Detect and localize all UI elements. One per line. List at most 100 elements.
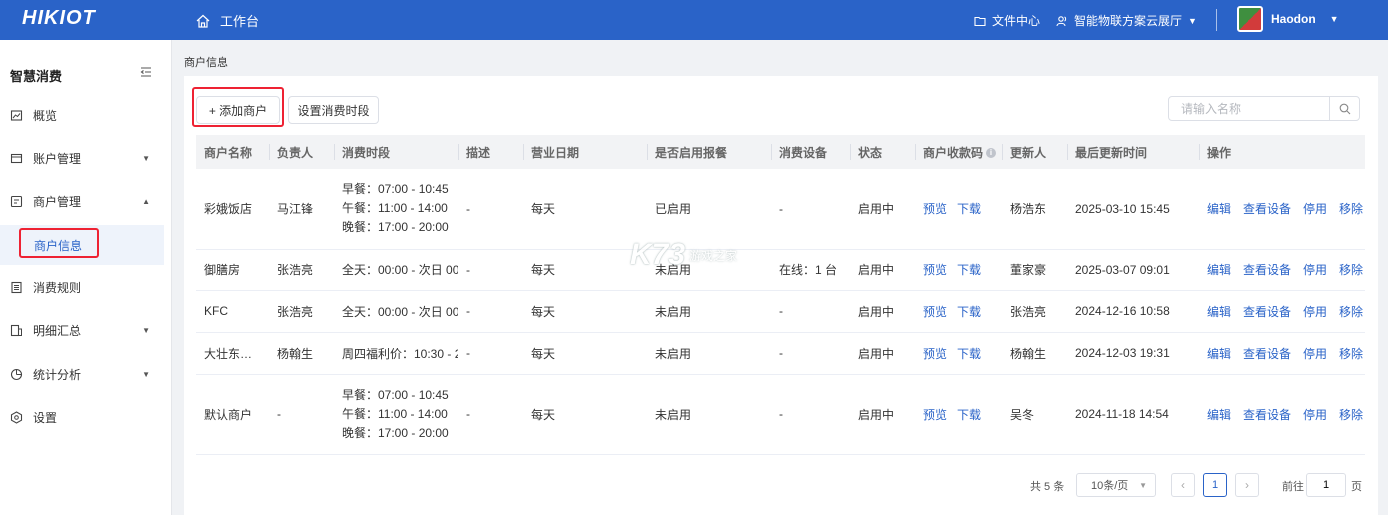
view-devices-link[interactable]: 查看设备 — [1243, 263, 1291, 277]
sidebar-item-details[interactable]: 明细汇总 ▼ — [0, 310, 164, 350]
owner: 张浩亮 — [269, 249, 334, 291]
sidebar-item-label: 概览 — [33, 108, 58, 123]
table-row: 大壮东… 杨翰生 周四福利价：10:30 - 22:00 - 每天 未启用 - … — [196, 332, 1365, 375]
chevron-down-icon: ▼ — [142, 325, 150, 335]
edit-link[interactable]: 编辑 — [1207, 305, 1231, 319]
updater: 杨浩东 — [1002, 169, 1067, 250]
disable-link[interactable]: 停用 — [1303, 202, 1327, 216]
disable-link[interactable]: 停用 — [1303, 263, 1327, 277]
download-link[interactable]: 下载 — [957, 408, 981, 422]
details-icon — [10, 324, 22, 336]
description: - — [458, 249, 523, 291]
table-row: KFC 张浩亮 全天：00:00 - 次日 00:00 - 每天 未启用 - 启… — [196, 290, 1365, 333]
edit-link[interactable]: 编辑 — [1207, 347, 1231, 361]
stats-icon — [10, 368, 23, 380]
watermark-text: 游戏之家 — [689, 248, 738, 263]
meal-report-status: 未启用 — [647, 290, 771, 333]
view-devices-link[interactable]: 查看设备 — [1243, 202, 1291, 216]
home-link[interactable]: 工作台 — [196, 11, 259, 30]
top-bar: HIKIOT 工作台 文件中心 智能物联方案云展厅 ▼ Haodon ▼ — [0, 0, 1388, 40]
sidebar-item-overview[interactable]: 概览 — [0, 95, 164, 135]
page-size-select[interactable]: 10条/页 ▼ — [1076, 473, 1156, 497]
info-icon[interactable]: i — [986, 148, 997, 159]
merchant-name: 默认商户 — [196, 374, 269, 455]
column-header: 描述 — [458, 135, 523, 169]
disable-link[interactable]: 停用 — [1303, 408, 1327, 422]
period-line: 早餐：07:00 - 10:45 — [342, 182, 449, 197]
consumption-period: 早餐：07:00 - 10:45 午餐：11:00 - 14:00 晚餐：17:… — [334, 374, 458, 455]
period-line: 晚餐：17:00 - 20:00 — [342, 425, 449, 440]
business-days: 每天 — [523, 374, 647, 455]
sidebar-item-settings[interactable]: 设置 — [0, 397, 164, 437]
owner: 张浩亮 — [269, 290, 334, 333]
sidebar-item-accounts[interactable]: 账户管理 ▼ — [0, 138, 164, 178]
disable-link[interactable]: 停用 — [1303, 305, 1327, 319]
preview-link[interactable]: 预览 — [923, 202, 947, 216]
view-devices-link[interactable]: 查看设备 — [1243, 305, 1291, 319]
payment-code: 预览 下载 — [915, 290, 1002, 333]
prev-page-button[interactable]: ‹ — [1171, 473, 1195, 497]
settings-icon — [10, 410, 23, 424]
edit-link[interactable]: 编辑 — [1207, 408, 1231, 422]
preview-link[interactable]: 预览 — [923, 263, 947, 277]
file-center-link[interactable]: 文件中心 — [974, 12, 1040, 29]
payment-code: 预览 下载 — [915, 374, 1002, 455]
edit-link[interactable]: 编辑 — [1207, 202, 1231, 216]
user-name: Haodon — [1271, 12, 1316, 26]
collapse-menu-icon[interactable] — [140, 66, 152, 78]
download-link[interactable]: 下载 — [957, 263, 981, 277]
highlight-box — [192, 87, 284, 127]
total-count: 共 5 条 — [1030, 481, 1065, 493]
consumption-period: 周四福利价：10:30 - 22:00 — [334, 332, 458, 375]
next-page-button[interactable]: › — [1235, 473, 1259, 497]
disable-link[interactable]: 停用 — [1303, 347, 1327, 361]
view-devices-link[interactable]: 查看设备 — [1243, 347, 1291, 361]
meal-report-status: 未启用 — [647, 332, 771, 375]
merchant-name: KFC — [196, 290, 269, 333]
preview-link[interactable]: 预览 — [923, 408, 947, 422]
sidebar-item-label: 明细汇总 — [33, 323, 82, 338]
user-group-icon — [1056, 15, 1067, 26]
remove-link[interactable]: 移除 — [1339, 202, 1363, 216]
remove-link[interactable]: 移除 — [1339, 305, 1363, 319]
page-number-current[interactable]: 1 — [1203, 473, 1227, 497]
download-link[interactable]: 下载 — [957, 305, 981, 319]
sidebar-item-stats[interactable]: 统计分析 ▼ — [0, 354, 164, 394]
merchant-name: 大壮东… — [196, 332, 269, 375]
column-header: 操作 — [1199, 135, 1365, 169]
remove-link[interactable]: 移除 — [1339, 263, 1363, 277]
merchant-table: 商户名称 负责人 消费时段 描述 营业日期 是否启用报餐 消费设备 状态 商户收… — [196, 135, 1365, 455]
download-link[interactable]: 下载 — [957, 347, 981, 361]
sidebar-item-merchants[interactable]: 商户管理 ▲ — [0, 181, 164, 221]
payment-code: 预览 下载 — [915, 169, 1002, 250]
table-row: 默认商户 - 早餐：07:00 - 10:45 午餐：11:00 - 14:00… — [196, 374, 1365, 455]
set-period-button[interactable]: 设置消费时段 — [288, 96, 379, 124]
updated-time: 2024-11-18 14:54 — [1067, 374, 1199, 455]
sidebar-item-label: 设置 — [33, 410, 58, 425]
watermark-logo: K73 — [630, 238, 686, 271]
folder-icon — [974, 16, 986, 26]
view-devices-link[interactable]: 查看设备 — [1243, 408, 1291, 422]
search-button[interactable] — [1329, 97, 1359, 120]
download-link[interactable]: 下载 — [957, 202, 981, 216]
sidebar-item-rules[interactable]: 消费规则 — [0, 267, 164, 307]
goto-page-input[interactable] — [1306, 473, 1346, 497]
description: - — [458, 332, 523, 375]
user-menu[interactable]: Haodon ▼ — [1237, 6, 1339, 32]
business-days: 每天 — [523, 290, 647, 333]
status: 启用中 — [850, 290, 915, 333]
remove-link[interactable]: 移除 — [1339, 408, 1363, 422]
chevron-down-icon: ▼ — [142, 153, 150, 163]
solution-hall-menu[interactable]: 智能物联方案云展厅 ▼ — [1056, 12, 1197, 29]
remove-link[interactable]: 移除 — [1339, 347, 1363, 361]
preview-link[interactable]: 预览 — [923, 305, 947, 319]
preview-link[interactable]: 预览 — [923, 347, 947, 361]
rules-icon — [11, 281, 22, 293]
home-icon — [196, 14, 210, 28]
edit-link[interactable]: 编辑 — [1207, 263, 1231, 277]
sidebar-title: 智慧消费 — [10, 69, 63, 84]
search-input[interactable] — [1169, 97, 1329, 120]
chevron-down-icon: ▼ — [1139, 480, 1147, 490]
consumption-period: 全天：00:00 - 次日 00:00 — [334, 249, 458, 291]
chevron-up-icon: ▲ — [142, 196, 150, 206]
